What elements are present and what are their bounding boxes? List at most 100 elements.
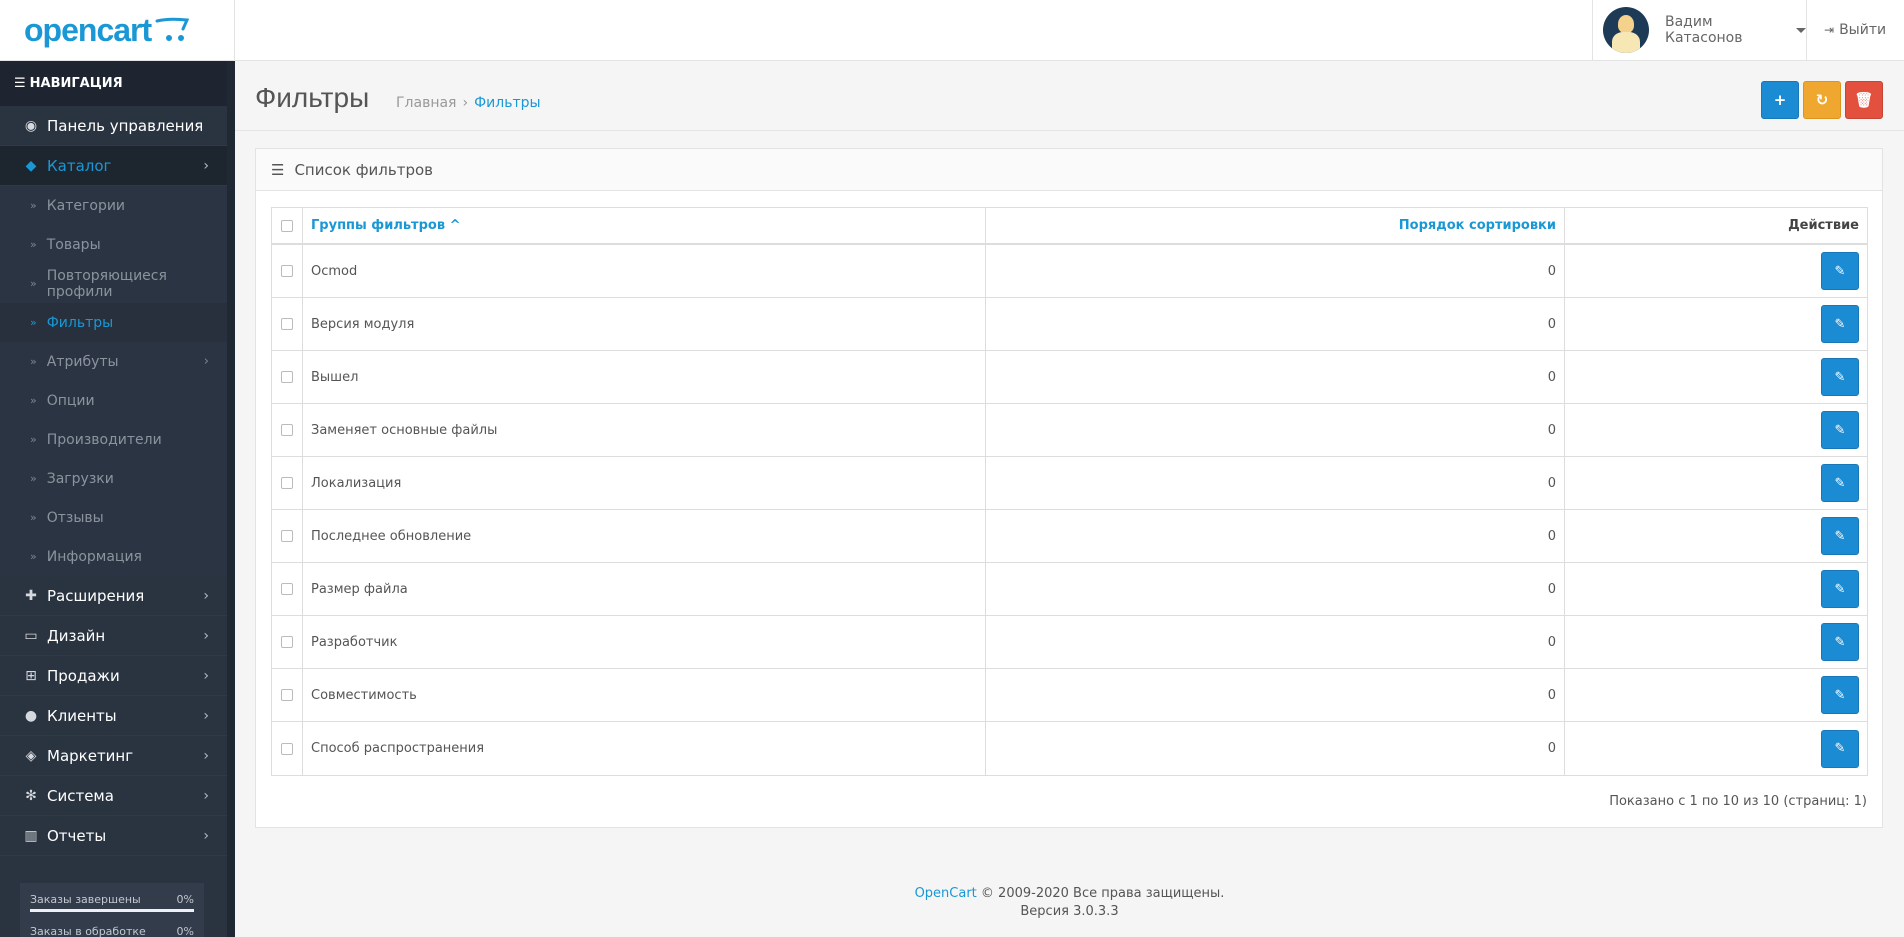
- sidebar-subitem-filters[interactable]: » Фильтры: [0, 303, 227, 342]
- table-row: Размер файла 0 ✎: [272, 563, 1867, 616]
- cart-logo-icon: [155, 17, 190, 41]
- logo-link[interactable]: opencart: [0, 0, 235, 60]
- tags-icon: ◆: [25, 157, 37, 174]
- edit-button[interactable]: ✎: [1821, 570, 1859, 608]
- filter-group-name: Ocmod: [303, 245, 986, 297]
- chevron-right-icon: ›: [203, 667, 209, 684]
- double-chevron-icon: »: [30, 472, 37, 485]
- chevron-right-icon: ›: [203, 747, 209, 764]
- pencil-icon: ✎: [1834, 581, 1846, 597]
- row-checkbox[interactable]: [281, 371, 293, 383]
- sidebar-item-extensions[interactable]: ✚ Расширения ›: [0, 576, 227, 616]
- edit-button[interactable]: ✎: [1821, 305, 1859, 343]
- sort-order-value: 0: [986, 351, 1565, 403]
- sidebar-subitem-recurring[interactable]: » Повторяющиеся профили: [0, 264, 227, 303]
- filter-group-name: Версия модуля: [303, 298, 986, 350]
- filter-group-name: Размер файла: [303, 563, 986, 615]
- table-row: Разработчик 0 ✎: [272, 616, 1867, 669]
- chevron-right-icon: ›: [203, 587, 209, 604]
- sidebar-subitem-options[interactable]: » Опции: [0, 381, 227, 420]
- nav-title: ☰ НАВИГАЦИЯ: [0, 61, 227, 106]
- logout-label: Выйти: [1839, 22, 1887, 38]
- breadcrumb-home[interactable]: Главная: [396, 95, 456, 111]
- pencil-icon: ✎: [1834, 741, 1846, 756]
- pencil-icon: ✎: [1834, 263, 1846, 279]
- column-action: Действие: [1788, 218, 1859, 233]
- sort-order-value: 0: [986, 616, 1565, 668]
- edit-button[interactable]: ✎: [1821, 517, 1859, 555]
- trash-icon: 🗑: [1854, 91, 1874, 109]
- caret-down-icon: [1796, 27, 1806, 33]
- user-icon: ●: [24, 707, 38, 724]
- chevron-right-icon: ›: [203, 354, 209, 369]
- sidebar-subitem-categories[interactable]: » Категории: [0, 186, 227, 225]
- table-row: Вышел 0 ✎: [272, 351, 1867, 404]
- sort-order-value: 0: [986, 510, 1565, 562]
- stat-completed: Заказы завершены 0%: [30, 893, 194, 925]
- footer: OpenCart © 2009-2020 Все права защищены.…: [235, 885, 1904, 921]
- sidebar-item-system[interactable]: ✻ Система ›: [0, 776, 227, 816]
- filter-group-name: Вышел: [303, 351, 986, 403]
- plus-icon: +: [1773, 91, 1787, 109]
- table-header: Группы фильтров ^ Порядок сортировки Дей…: [272, 208, 1867, 245]
- double-chevron-icon: »: [30, 238, 37, 251]
- chevron-right-icon: ›: [203, 707, 209, 724]
- row-checkbox[interactable]: [281, 636, 293, 648]
- sidebar-item-catalog[interactable]: ◆ Каталог ›: [0, 146, 227, 186]
- filter-table: Группы фильтров ^ Порядок сортировки Дей…: [271, 207, 1868, 776]
- row-checkbox[interactable]: [281, 477, 293, 489]
- row-checkbox[interactable]: [281, 689, 293, 701]
- edit-button[interactable]: ✎: [1821, 252, 1859, 290]
- double-chevron-icon: »: [30, 394, 37, 407]
- sidebar-subitem-information[interactable]: » Информация: [0, 537, 227, 576]
- row-checkbox[interactable]: [281, 424, 293, 436]
- double-chevron-icon: »: [30, 316, 37, 329]
- select-all-checkbox[interactable]: [281, 219, 293, 232]
- column-sort-order[interactable]: Порядок сортировки: [986, 208, 1565, 243]
- add-button[interactable]: +: [1761, 81, 1799, 119]
- column-filter-groups[interactable]: Группы фильтров ^: [303, 208, 986, 243]
- user-menu[interactable]: Вадим Катасонов: [1592, 0, 1806, 60]
- sidebar-item-customers[interactable]: ● Клиенты ›: [0, 696, 227, 736]
- pagination-text: Показано с 1 по 10 из 10 (страниц: 1): [1609, 794, 1867, 809]
- table-row: Заменяет основные файлы 0 ✎: [272, 404, 1867, 457]
- sidebar-item-design[interactable]: ▭ Дизайн ›: [0, 616, 227, 656]
- logout-link[interactable]: ⇥ Выйти: [1806, 0, 1904, 60]
- sidebar-item-sales[interactable]: ⊞ Продажи ›: [0, 656, 227, 696]
- refresh-button[interactable]: ↻: [1803, 81, 1841, 119]
- sidebar-subitem-attributes[interactable]: » Атрибуты ›: [0, 342, 227, 381]
- filter-group-name: Способ распространения: [303, 722, 986, 775]
- gear-icon: ✻: [25, 787, 37, 804]
- refresh-icon: ↻: [1815, 91, 1829, 109]
- edit-button[interactable]: ✎: [1821, 358, 1859, 396]
- edit-button[interactable]: ✎: [1821, 411, 1859, 449]
- edit-button[interactable]: ✎: [1821, 676, 1859, 714]
- breadcrumb-filters[interactable]: Фильтры: [474, 95, 540, 111]
- pencil-icon: ✎: [1834, 422, 1846, 438]
- sidebar-item-marketing[interactable]: ◈ Маркетинг ›: [0, 736, 227, 776]
- filter-group-name: Совместимость: [303, 669, 986, 721]
- delete-button[interactable]: 🗑: [1845, 81, 1883, 119]
- row-checkbox[interactable]: [281, 583, 293, 595]
- filter-group-name: Локализация: [303, 457, 986, 509]
- sidebar-subitem-reviews[interactable]: » Отзывы: [0, 498, 227, 537]
- page-title: Фильтры: [255, 82, 370, 113]
- sidebar-item-dashboard[interactable]: ◉ Панель управления: [0, 106, 227, 146]
- sidebar-subitem-products[interactable]: » Товары: [0, 225, 227, 264]
- sidebar-subitem-manufacturers[interactable]: » Производители: [0, 420, 227, 459]
- row-checkbox[interactable]: [281, 742, 293, 755]
- sort-order-value: 0: [986, 563, 1565, 615]
- footer-brand-link[interactable]: OpenCart: [915, 886, 977, 901]
- edit-button[interactable]: ✎: [1821, 623, 1859, 661]
- edit-button[interactable]: ✎: [1821, 729, 1859, 768]
- row-checkbox[interactable]: [281, 530, 293, 542]
- table-row: Версия модуля 0 ✎: [272, 298, 1867, 351]
- edit-button[interactable]: ✎: [1821, 464, 1859, 502]
- pencil-icon: ✎: [1834, 634, 1846, 650]
- row-checkbox[interactable]: [281, 265, 293, 277]
- sidebar-item-reports[interactable]: ▥ Отчеты ›: [0, 816, 227, 856]
- sidebar-subitem-downloads[interactable]: » Загрузки: [0, 459, 227, 498]
- row-checkbox[interactable]: [281, 318, 293, 330]
- table-row: Локализация 0 ✎: [272, 457, 1867, 510]
- footer-copyright: © 2009-2020 Все права защищены.: [980, 886, 1225, 901]
